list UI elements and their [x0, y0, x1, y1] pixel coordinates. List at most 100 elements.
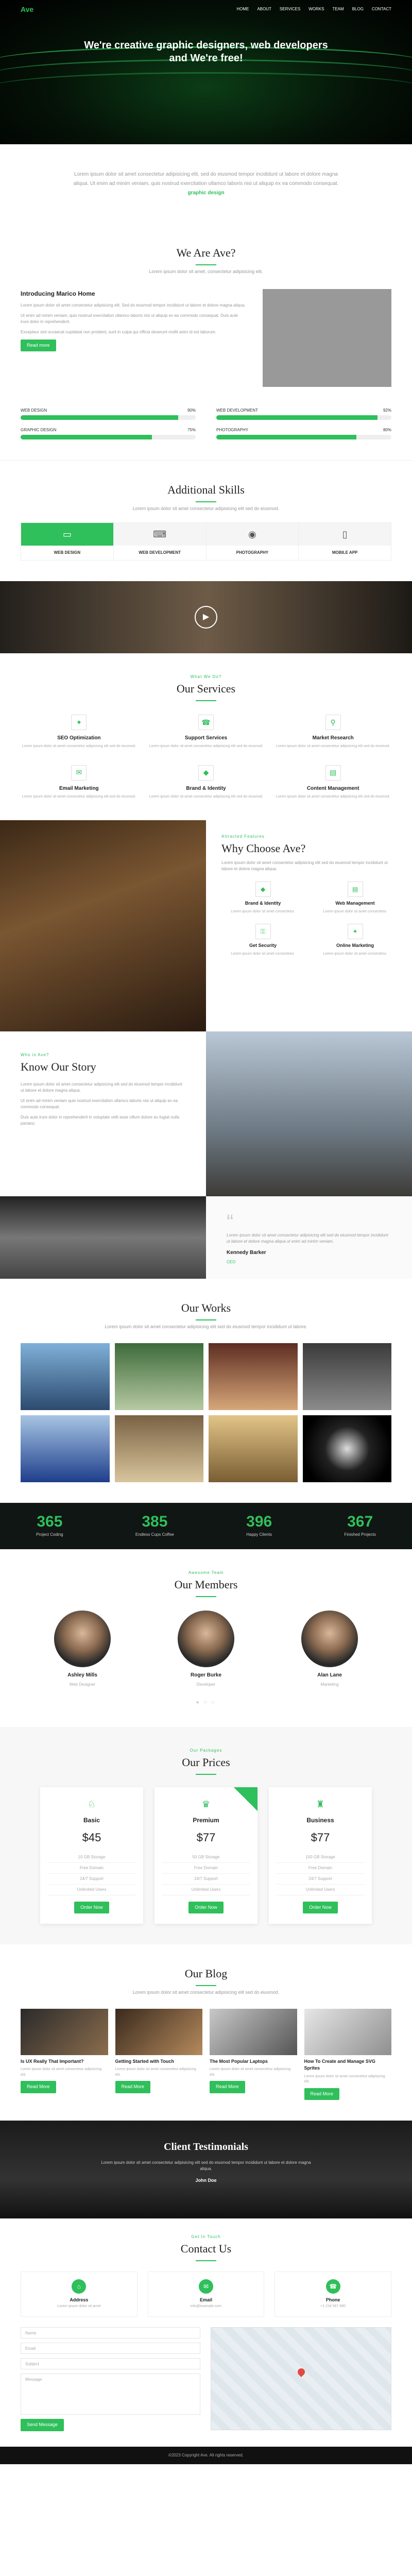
contact-box-title: Phone [325, 2297, 340, 2302]
plan-features: 50 GB Storage Free Domain 24/7 Support Unli… [162, 1852, 250, 1895]
work-item[interactable] [209, 1415, 298, 1482]
nav-item-about[interactable]: ABOUT [257, 6, 271, 12]
work-item[interactable] [302, 1415, 391, 1482]
read-more-button[interactable]: Read More [210, 2081, 245, 2093]
blog-image[interactable] [304, 2008, 391, 2055]
why-section: Attracted Features Why Choose Ave? Lorem… [0, 820, 412, 1031]
order-button[interactable]: Order Now [74, 1901, 109, 1913]
read-more-button[interactable]: Read More [115, 2081, 151, 2093]
price-list: ♘ Basic $45 10 GB Storage Free Domain 24/7 Su… [21, 1787, 391, 1924]
feature-text: Lorem ipsum dolor sit amet consectetur. [231, 909, 295, 913]
quote-text: Lorem ipsum dolor sit amet consectetur a… [227, 1233, 388, 1244]
code-icon: ⌨ [113, 523, 206, 546]
skill-item[interactable]: ⌨ WEB DEVELOPMENT [113, 523, 207, 560]
nav-item-services[interactable]: SERVICES [280, 6, 300, 12]
work-item[interactable] [302, 1343, 391, 1410]
blog-title[interactable]: Getting Started with Touch [115, 2058, 203, 2065]
skill-bar-name: WEB DEVELOPMENT [216, 408, 258, 413]
blog-card: How To Create and Manage SVG Sprites Lore… [304, 2008, 392, 2100]
works-lead: Lorem ipsum dolor sit amet consectetur a… [105, 1324, 307, 1329]
blog-image[interactable] [210, 2008, 297, 2055]
counter: 367 Finished Projects [344, 1513, 376, 1537]
about-section: We Are Ave? Lorem ipsum dolor sit amet, … [0, 224, 412, 460]
message-field[interactable]: Message [21, 2374, 200, 2415]
nav-item-works[interactable]: WORKS [308, 6, 324, 12]
skill-bar-fill [21, 434, 152, 439]
plan-feature: Unlimited Users [47, 1885, 136, 1895]
avatar [54, 1610, 111, 1667]
work-item[interactable] [209, 1343, 298, 1410]
mail-icon: ✉ [71, 765, 87, 781]
map[interactable] [211, 2327, 391, 2430]
title-divider [196, 1985, 216, 1986]
about-paragraph: Lorem ipsum dolor sit amet consectetur a… [21, 302, 246, 308]
skill-label: PHOTOGRAPHY [236, 550, 269, 555]
contact-box-title: Address [70, 2297, 89, 2302]
title-divider [196, 501, 216, 502]
blog-image[interactable] [115, 2008, 202, 2055]
title-divider [196, 2260, 216, 2261]
why-grid: ◆ Brand & Identity Lorem ipsum dolor sit a… [221, 882, 397, 957]
story-paragraph: Lorem ipsum dolor sit amet consectetur a… [21, 1082, 182, 1093]
about-heading: Introducing Marico Home [21, 290, 95, 297]
plan-feature: 24/7 Support [162, 1874, 250, 1885]
skill-label: WEB DEVELOPMENT [139, 550, 181, 555]
service-title: SEO Optimization [57, 735, 101, 741]
prices-subtitle: Our Packages [190, 1748, 222, 1753]
name-field[interactable]: Name [21, 2327, 200, 2338]
nav-item-home[interactable]: HOME [236, 6, 249, 12]
avatar [301, 1610, 358, 1667]
service-text: Lorem ipsum dolor sit amet consectetur a… [149, 744, 263, 748]
logo[interactable]: Ave [21, 4, 33, 15]
about-photo [263, 289, 391, 387]
subject-field[interactable]: Subject [21, 2358, 200, 2369]
feature-icon: ⚿ [255, 924, 271, 939]
plan-name: Premium [193, 1816, 219, 1824]
email-field[interactable]: Email [21, 2343, 200, 2354]
skill-item[interactable]: ◉ PHOTOGRAPHY [206, 523, 299, 560]
counter: 365 Project Coding [36, 1513, 63, 1537]
work-item[interactable] [21, 1343, 110, 1410]
skill-item[interactable]: ▭ WEB DESIGN [21, 523, 114, 560]
work-item[interactable] [114, 1343, 203, 1410]
story-title: Know Our Story [21, 1060, 96, 1073]
blog-title[interactable]: How To Create and Manage SVG Sprites [304, 2058, 392, 2072]
send-button[interactable]: Send Message [21, 2419, 64, 2431]
blog-card: Is UX Really That Important? Lorem ipsum … [21, 2008, 108, 2100]
blog-title[interactable]: Is UX Really That Important? [21, 2058, 108, 2065]
feature-title: Web Management [335, 901, 375, 906]
work-item[interactable] [21, 1415, 110, 1482]
quote-section: “ Lorem ipsum dolor sit amet consectetur… [0, 1196, 412, 1279]
service-text: Lorem ipsum dolor sit amet consectetur a… [149, 794, 263, 799]
blog-image[interactable] [21, 2008, 108, 2055]
laptop-coffee-photo [0, 820, 206, 1031]
contact-box-title: Email [200, 2297, 213, 2302]
order-button[interactable]: Order Now [188, 1901, 224, 1913]
blog-card: The Most Popular Laptops Lorem ipsum dolo… [210, 2008, 297, 2100]
work-item[interactable] [114, 1415, 203, 1482]
blog-title[interactable]: The Most Popular Laptops [210, 2058, 297, 2065]
service-item: ▤ Content Management Lorem ipsum dolor sit… [274, 765, 391, 800]
nav-item-team[interactable]: TEAM [332, 6, 344, 12]
carousel-dots[interactable]: ● ○ ○ [21, 1699, 391, 1706]
read-more-button[interactable]: Read More [21, 2081, 56, 2093]
blog-text: Lorem ipsum dolor sit amet consectetur a… [304, 2074, 385, 2084]
nav-item-contact[interactable]: CONTACT [372, 6, 391, 12]
service-item: ⚲ Market Research Lorem ipsum dolor sit am… [274, 715, 391, 750]
read-more-button[interactable]: Read more [21, 339, 56, 351]
service-title: Email Marketing [59, 785, 99, 791]
plan-icon: ♘ [87, 1799, 96, 1809]
services-grid: ✦ SEO Optimization Lorem ipsum dolor sit a… [21, 715, 391, 800]
feature-title: Online Marketing [336, 943, 374, 948]
skill-bar-name: GRAPHIC DESIGN [21, 427, 57, 432]
play-icon[interactable]: ▶ [195, 606, 217, 629]
wave-decoration [0, 72, 412, 103]
read-more-button[interactable]: Read More [304, 2088, 340, 2100]
blog-text: Lorem ipsum dolor sit amet consectetur a… [21, 2067, 102, 2077]
content-icon: ▤ [325, 765, 341, 781]
nav-item-blog[interactable]: BLOG [352, 6, 364, 12]
map-pin-icon [296, 2367, 306, 2378]
order-button[interactable]: Order Now [303, 1901, 338, 1913]
feature-title: Brand & Identity [245, 901, 281, 906]
skill-item[interactable]: ▯ MOBILE APP [299, 523, 391, 560]
